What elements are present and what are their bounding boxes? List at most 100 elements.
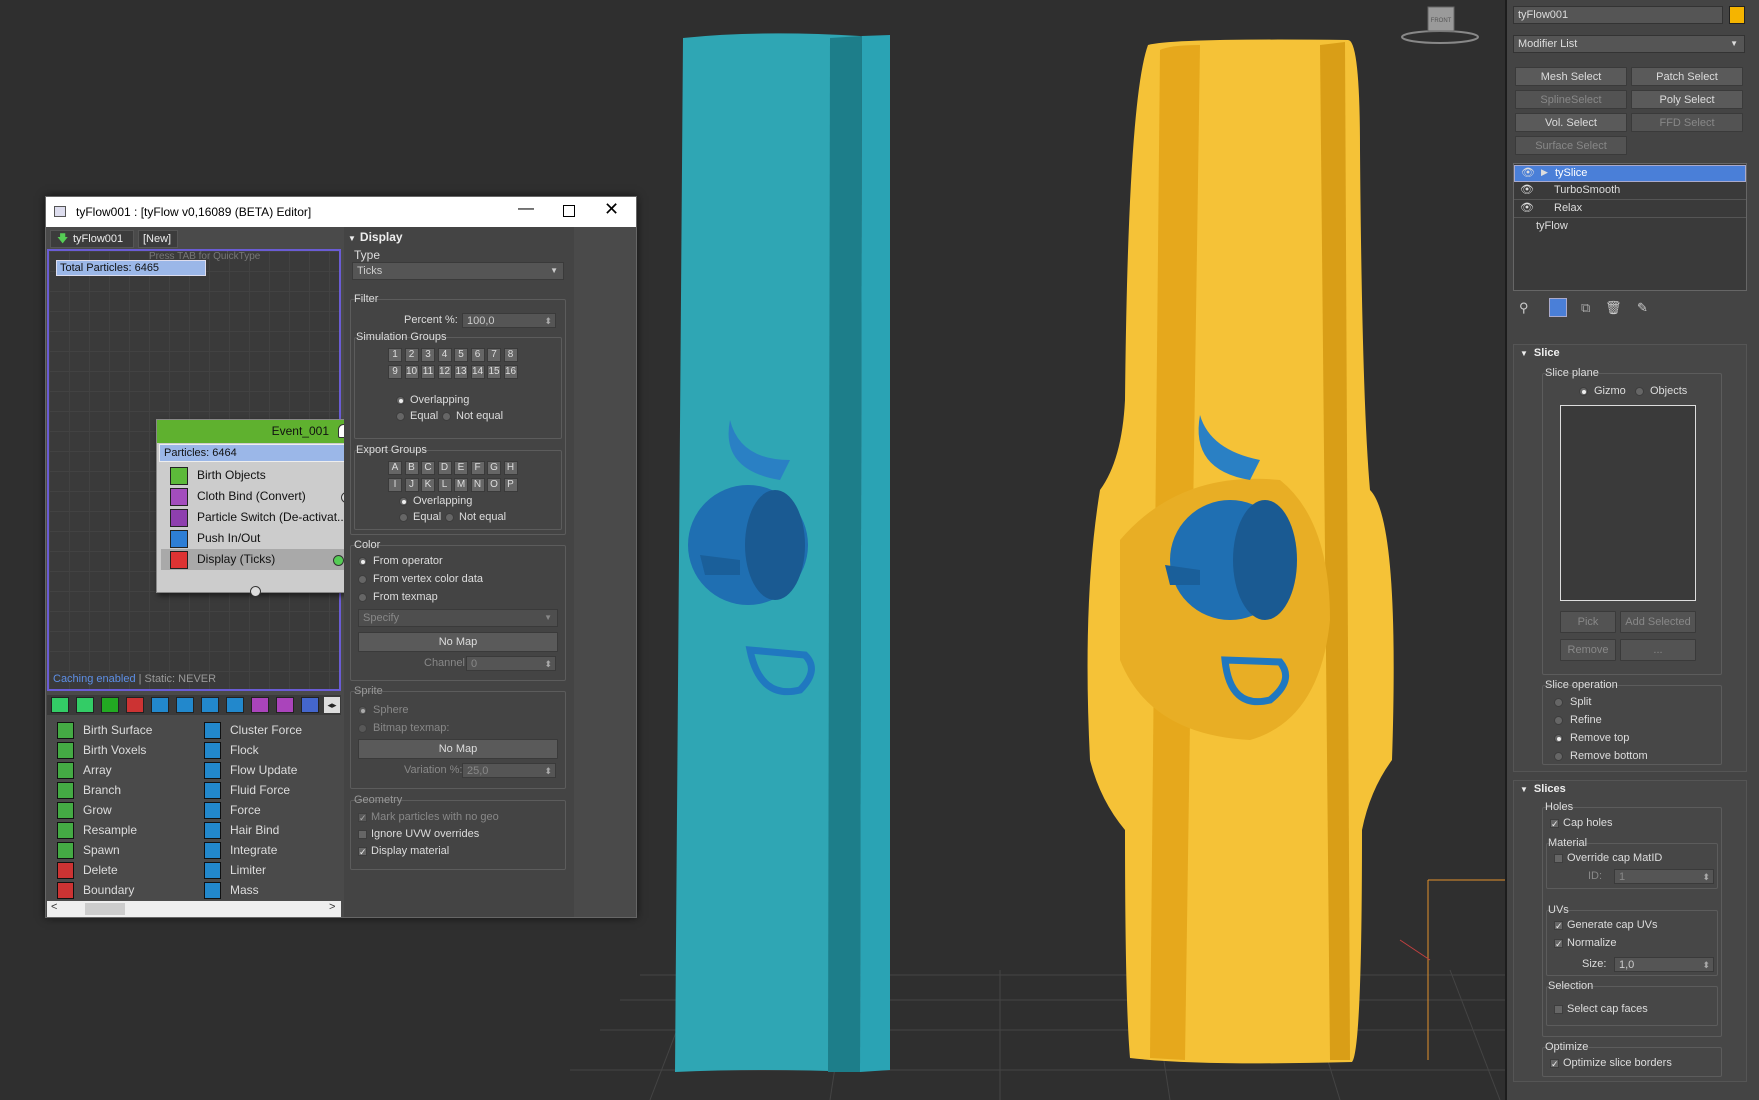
sim-group-toggle[interactable]: 12 <box>437 365 452 379</box>
optimize-borders-checkbox[interactable]: ✓ <box>1550 1059 1559 1069</box>
library-item[interactable]: Branch <box>55 780 121 800</box>
category-motion-icon[interactable] <box>176 697 194 713</box>
eye-icon[interactable]: 👁 <box>1521 166 1535 179</box>
scroll-thumb[interactable] <box>85 903 125 915</box>
surface-select-button[interactable]: Surface Select <box>1515 136 1627 155</box>
category-switch-icon[interactable] <box>251 697 269 713</box>
pin-icon[interactable]: ⚲ <box>1519 300 1529 316</box>
ffd-select-button[interactable]: FFD Select <box>1631 113 1743 132</box>
overlapping-radio[interactable] <box>396 396 405 405</box>
tyflow-editor-window[interactable]: tyFlow001 : [tyFlow v0,16089 (BETA) Edit… <box>45 196 637 918</box>
add-selected-button[interactable]: Add Selected <box>1620 611 1696 633</box>
vol-select-button[interactable]: Vol. Select <box>1515 113 1627 132</box>
category-display-icon[interactable] <box>301 697 319 713</box>
slice-rollout-title[interactable]: ▼ Slice <box>1520 347 1560 359</box>
sphere-radio[interactable] <box>358 706 367 715</box>
sim-group-toggle[interactable]: 5 <box>454 348 468 362</box>
export-group-toggle[interactable]: F <box>470 461 485 475</box>
sim-group-toggle[interactable]: 11 <box>421 365 435 379</box>
sim-group-toggle[interactable]: 10 <box>404 365 419 379</box>
library-item[interactable]: Birth Voxels <box>55 740 146 760</box>
export-group-toggle[interactable]: B <box>404 461 419 475</box>
category-grow-icon[interactable] <box>101 697 119 713</box>
library-item[interactable]: Fluid Force <box>202 780 290 800</box>
sim-group-toggle[interactable]: 7 <box>487 348 501 362</box>
event-header[interactable]: Event_001 <box>157 420 355 443</box>
slices-rollout-title[interactable]: ▼ Slices <box>1520 783 1566 795</box>
refine-radio[interactable] <box>1554 716 1563 725</box>
export-group-toggle[interactable]: K <box>421 478 435 492</box>
export-equal-radio[interactable] <box>399 513 408 522</box>
library-item[interactable]: Integrate <box>202 840 277 860</box>
export-not-equal-radio[interactable] <box>445 513 454 522</box>
slice-objects-list[interactable] <box>1560 405 1696 601</box>
sim-group-toggle[interactable]: 1 <box>388 348 402 362</box>
operator-push-in-out[interactable]: Push In/Out <box>161 528 351 549</box>
category-integrate-icon[interactable] <box>226 697 244 713</box>
sim-group-toggle[interactable]: 9 <box>388 365 402 379</box>
percent-spinner[interactable]: 100,0 <box>462 313 556 328</box>
spline-select-button[interactable]: SplineSelect <box>1515 90 1627 109</box>
sim-group-toggle[interactable]: 6 <box>470 348 485 362</box>
category-force-icon[interactable] <box>151 697 169 713</box>
patch-select-button[interactable]: Patch Select <box>1631 67 1743 86</box>
sim-group-toggle[interactable]: 15 <box>487 365 501 379</box>
sim-group-toggle[interactable]: 3 <box>421 348 435 362</box>
tab-tyflow001[interactable]: 🡇 tyFlow001 <box>50 230 134 248</box>
viewport[interactable]: FRONT tyFlow001 : [tyFlow v0,16089 (BETA… <box>0 0 1505 1100</box>
export-group-toggle[interactable]: J <box>404 478 419 492</box>
library-item[interactable]: Spawn <box>55 840 120 860</box>
objects-radio[interactable] <box>1635 387 1644 396</box>
maximize-icon[interactable] <box>563 205 575 217</box>
stack-item-relax[interactable]: 👁 Relax <box>1514 201 1746 218</box>
scroll-arrows-icon[interactable]: ◂▸ <box>324 697 340 713</box>
export-group-toggle[interactable]: H <box>503 461 518 475</box>
id-spinner[interactable]: 1 <box>1614 869 1714 884</box>
stack-item-tyslice[interactable]: 👁 ▶ tySlice <box>1514 165 1746 182</box>
library-item[interactable]: Hair Bind <box>202 820 279 840</box>
object-name-field[interactable]: tyFlow001 <box>1513 6 1723 24</box>
library-item[interactable]: Flock <box>202 740 259 760</box>
expand-icon[interactable]: ▶ <box>1541 167 1548 178</box>
category-flow-icon[interactable] <box>201 697 219 713</box>
input-socket[interactable] <box>250 586 261 597</box>
category-cloth-icon[interactable] <box>276 697 294 713</box>
eye-icon[interactable]: 👁 <box>1520 183 1534 196</box>
library-item[interactable]: Flow Update <box>202 760 297 780</box>
ignore-uvw-checkbox[interactable] <box>358 830 367 839</box>
flow-canvas[interactable]: Press TAB for QuickType Total Particles:… <box>47 249 356 691</box>
library-item[interactable]: Mass <box>202 880 259 899</box>
split-radio[interactable] <box>1554 698 1563 707</box>
specify-dropdown[interactable]: Specify ▼ <box>358 609 558 627</box>
editor-titlebar[interactable]: tyFlow001 : [tyFlow v0,16089 (BETA) Edit… <box>46 197 636 227</box>
sim-group-toggle[interactable]: 2 <box>404 348 419 362</box>
normalize-checkbox[interactable]: ✓ <box>1554 939 1563 949</box>
category-delete-icon[interactable] <box>126 697 144 713</box>
library-item[interactable]: Resample <box>55 820 137 840</box>
eye-icon[interactable]: 👁 <box>1520 201 1534 214</box>
sim-group-toggle[interactable]: 14 <box>470 365 485 379</box>
color-no-map-button[interactable]: No Map <box>358 632 558 652</box>
generate-cap-uvs-checkbox[interactable]: ✓ <box>1554 921 1563 931</box>
display-toggle-dot[interactable] <box>333 555 344 566</box>
export-group-toggle[interactable]: M <box>454 478 468 492</box>
more-button[interactable]: ... <box>1620 639 1696 661</box>
library-item[interactable]: Array <box>55 760 112 780</box>
size-spinner[interactable]: 1,0 <box>1614 957 1714 972</box>
stack-item-turbosmooth[interactable]: 👁 TurboSmooth <box>1514 183 1746 200</box>
not-equal-radio[interactable] <box>442 412 451 421</box>
sprite-no-map-button[interactable]: No Map <box>358 739 558 759</box>
display-material-checkbox[interactable]: ✓ <box>358 847 367 857</box>
library-item[interactable]: Limiter <box>202 860 266 880</box>
equal-radio[interactable] <box>396 412 405 421</box>
export-group-toggle[interactable]: G <box>487 461 501 475</box>
sim-group-toggle[interactable]: 8 <box>503 348 518 362</box>
from-texmap-radio[interactable] <box>358 593 367 602</box>
bitmap-radio[interactable] <box>358 724 367 733</box>
export-overlapping-radio[interactable] <box>399 497 408 506</box>
export-group-toggle[interactable]: C <box>421 461 435 475</box>
poly-select-button[interactable]: Poly Select <box>1631 90 1743 109</box>
from-operator-radio[interactable] <box>358 557 367 566</box>
export-group-toggle[interactable]: O <box>487 478 501 492</box>
category-birth2-icon[interactable] <box>76 697 94 713</box>
